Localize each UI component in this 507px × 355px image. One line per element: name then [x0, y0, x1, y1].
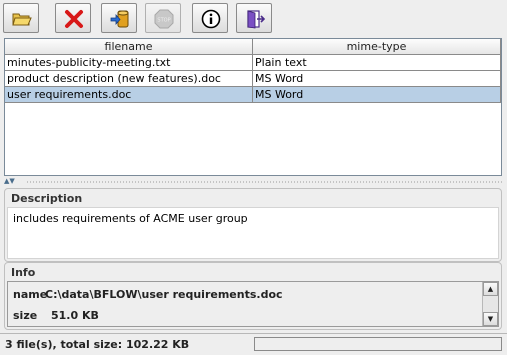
- delete-button[interactable]: [55, 3, 91, 33]
- info-content: nameC:\data\BFLOW\user requirements.doc …: [7, 281, 499, 327]
- status-text: 3 file(s), total size: 102.22 KB: [5, 338, 190, 351]
- info-name-value: C:\data\BFLOW\user requirements.doc: [45, 288, 283, 301]
- info-panel: Info nameC:\data\BFLOW\user requirements…: [4, 262, 502, 330]
- info-size-value: 51.0 KB: [51, 309, 99, 322]
- filename-cell: user requirements.doc: [5, 87, 253, 103]
- scroll-up-arrow-icon[interactable]: ▲: [483, 282, 498, 296]
- info-name-line: nameC:\data\BFLOW\user requirements.doc: [13, 288, 283, 301]
- description-panel: Description includes requirements of ACM…: [4, 188, 502, 262]
- filename-cell: product description (new features).doc: [5, 71, 253, 87]
- open-folder-button[interactable]: [3, 3, 39, 33]
- exit-door-icon: [247, 10, 265, 29]
- split-pane-divider[interactable]: ▲▼: [0, 177, 507, 186]
- info-title: Info: [11, 266, 36, 279]
- table-row[interactable]: minutes-publicity-meeting.txt Plain text: [5, 55, 501, 71]
- stop-button[interactable]: STOP: [145, 3, 181, 33]
- description-title: Description: [11, 192, 83, 205]
- info-size-line: size 51.0 KB: [13, 309, 99, 322]
- exit-button[interactable]: [236, 3, 272, 33]
- column-header-mime-type[interactable]: mime-type: [253, 39, 501, 55]
- info-icon: [201, 9, 221, 29]
- table-row[interactable]: product description (new features).doc M…: [5, 71, 501, 87]
- split-arrows-icon[interactable]: ▲▼: [4, 177, 15, 185]
- divider-grip: [26, 181, 504, 183]
- red-x-icon: [65, 10, 83, 28]
- progress-bar: [254, 337, 502, 351]
- column-header-filename[interactable]: filename: [5, 39, 253, 55]
- description-textarea[interactable]: includes requirements of ACME user group: [7, 207, 499, 259]
- info-size-label: size: [13, 309, 38, 322]
- info-button[interactable]: [192, 3, 228, 33]
- table-header: filename mime-type: [5, 39, 501, 55]
- info-scrollbar[interactable]: ▲ ▼: [482, 282, 498, 326]
- svg-text:STOP: STOP: [157, 18, 170, 24]
- import-icon: [110, 10, 129, 28]
- folder-open-icon: [12, 13, 32, 26]
- filename-cell: minutes-publicity-meeting.txt: [5, 55, 253, 71]
- file-table[interactable]: filename mime-type minutes-publicity-mee…: [4, 38, 502, 176]
- mime-type-cell: Plain text: [253, 55, 501, 71]
- info-name-label: name: [13, 288, 48, 301]
- import-button[interactable]: [101, 3, 137, 33]
- toolbar: STOP: [0, 0, 507, 36]
- table-row-selected[interactable]: user requirements.doc MS Word: [5, 87, 501, 103]
- status-bar: 3 file(s), total size: 102.22 KB: [0, 333, 507, 355]
- mime-type-cell: MS Word: [253, 71, 501, 87]
- stop-icon: STOP: [154, 9, 174, 29]
- mime-type-cell: MS Word: [253, 87, 501, 103]
- scroll-down-arrow-icon[interactable]: ▼: [483, 312, 498, 326]
